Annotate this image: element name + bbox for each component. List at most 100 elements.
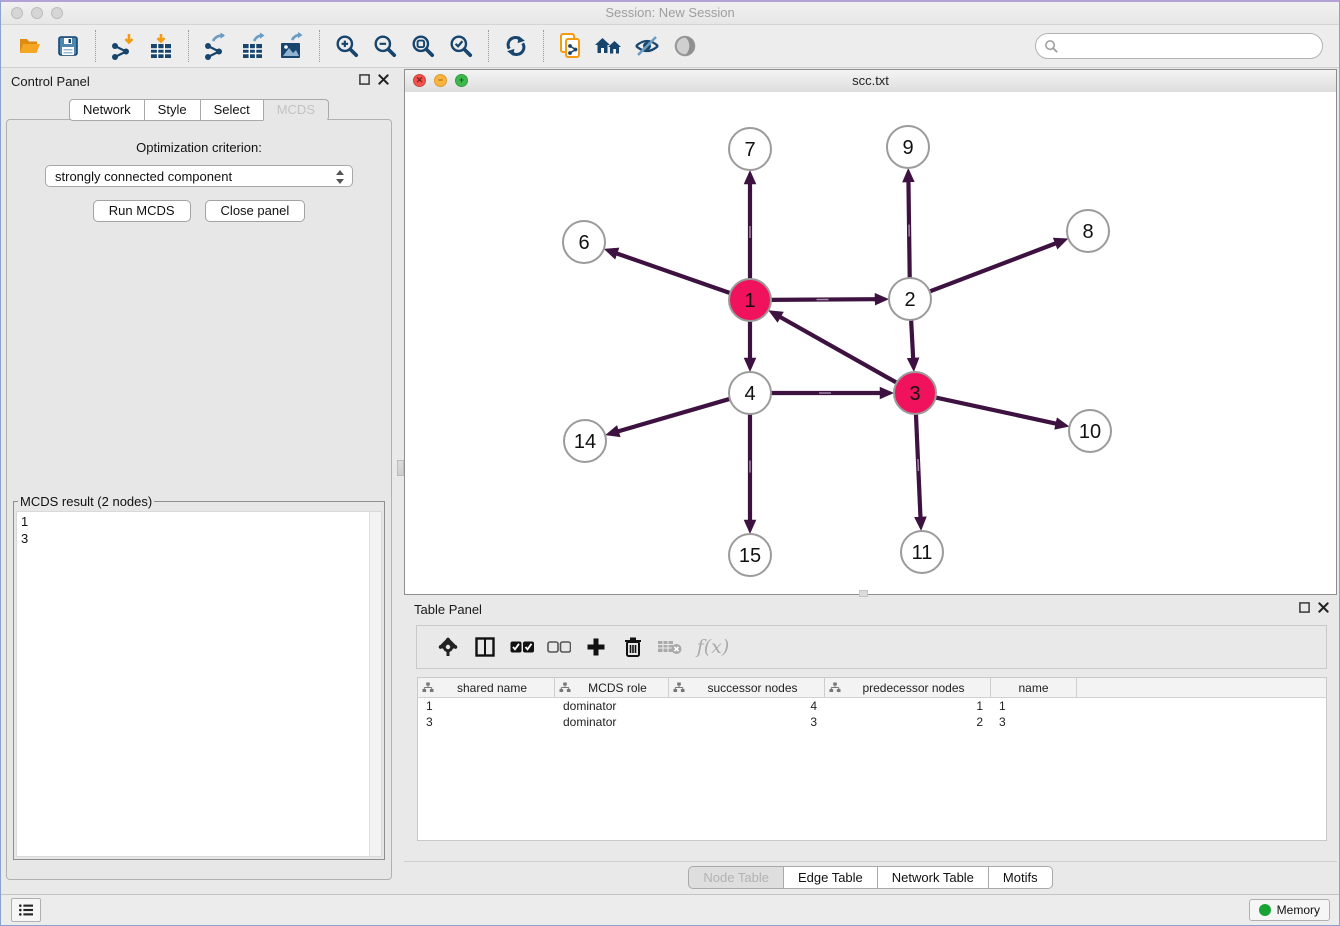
graph-node-label: 3 [909,383,920,405]
tab-style[interactable]: Style [144,99,201,121]
graph-edge-2-8[interactable] [928,243,1056,292]
close-table-panel-icon[interactable] [1318,602,1329,613]
run-mcds-button[interactable]: Run MCDS [93,200,191,222]
mcds-result-text: 1 3 [21,513,367,856]
table-cell[interactable]: 3 [669,714,825,730]
graph-node-label: 4 [744,383,755,405]
result-scrollbar[interactable] [369,512,381,856]
float-panel-icon[interactable] [359,74,370,85]
graph-node-label: 8 [1082,221,1093,243]
close-panel-button[interactable]: Close panel [205,200,306,222]
column-hierarchy-icon [422,682,434,693]
show-panels-list-icon[interactable] [11,898,41,922]
search-input[interactable] [1059,38,1314,55]
clone-network-icon[interactable] [552,28,590,64]
export-network-icon[interactable] [197,28,235,64]
vertical-splitter-handle[interactable] [397,460,404,476]
deselect-all-checkboxes-icon[interactable] [540,629,577,665]
save-session-icon[interactable] [49,28,87,64]
graph-node-label: 10 [1079,421,1101,443]
column-header-name[interactable]: name [991,678,1077,697]
graph-edge-3-1[interactable] [780,317,899,384]
column-header-shared-name[interactable]: shared name [418,678,555,697]
close-panel-icon[interactable] [378,74,389,85]
table-cell[interactable]: 2 [825,714,991,730]
zoom-out-icon[interactable] [366,28,404,64]
graph-node-label: 14 [574,431,596,453]
table-cell[interactable]: 3 [991,714,1077,730]
column-header-successor-nodes[interactable]: successor nodes [669,678,825,697]
search-box[interactable] [1035,33,1323,59]
status-bar: Memory [1,894,1339,925]
zoom-selected-icon[interactable] [442,28,480,64]
column-hierarchy-icon [829,682,841,693]
node-table-body: 1dominator4113dominator323 [418,698,1326,730]
control-panel: Control Panel NetworkStyleSelectMCDS Opt… [1,69,397,882]
import-network-icon[interactable] [104,28,142,64]
tab-node-table[interactable]: Node Table [688,866,784,889]
table-row[interactable]: 1dominator411 [418,698,1326,714]
optimization-criterion-dropdown[interactable]: strongly connected component [45,165,353,187]
zoom-fit-icon[interactable] [404,28,442,64]
tab-select[interactable]: Select [200,99,264,121]
import-table-icon[interactable] [142,28,180,64]
split-panel-icon[interactable] [466,629,503,665]
table-cell[interactable]: 1 [991,698,1077,714]
graph-edge-3-10[interactable] [934,397,1057,424]
memory-status-icon [1259,904,1271,916]
open-session-icon[interactable] [11,28,49,64]
table-cell[interactable]: dominator [555,698,669,714]
graph-node-label: 9 [902,137,913,159]
application-window: { "window": {"title": "Session: New Sess… [0,0,1340,926]
search-icon [1044,39,1059,54]
hide-panels-eye-icon[interactable] [628,28,666,64]
table-settings-icon[interactable] [429,629,466,665]
table-cell[interactable]: 1 [418,698,555,714]
delete-table-icon [651,629,688,665]
table-row[interactable]: 3dominator323 [418,714,1326,730]
control-panel-title: Control Panel [11,74,90,89]
graph-edge-1-6[interactable] [616,253,732,294]
column-header-predecessor-nodes[interactable]: predecessor nodes [825,678,991,697]
table-panel: Table Panel f(x) shared n [404,597,1337,862]
float-table-panel-icon[interactable] [1299,602,1310,613]
delete-column-icon[interactable] [614,629,651,665]
add-column-icon[interactable] [577,629,614,665]
export-image-icon[interactable] [273,28,311,64]
graph-edge-2-3[interactable] [911,318,913,359]
table-cell[interactable]: dominator [555,714,669,730]
window-title: Session: New Session [1,5,1339,20]
home-icon[interactable] [590,28,628,64]
graph-node-label: 6 [578,232,589,254]
column-hierarchy-icon [559,682,571,693]
tab-motifs[interactable]: Motifs [988,866,1053,889]
network-window-titlebar[interactable]: ✕ − + scc.txt [405,70,1336,93]
toolbar-separator [188,30,189,62]
export-table-icon[interactable] [235,28,273,64]
graph-edge-4-14[interactable] [618,398,732,431]
graph-node-label: 2 [904,289,915,311]
refresh-layout-icon[interactable] [497,28,535,64]
table-cell[interactable]: 1 [825,698,991,714]
control-panel-header: Control Panel [1,69,397,95]
memory-button[interactable]: Memory [1249,899,1330,921]
tab-mcds[interactable]: MCDS [263,99,329,121]
memory-label: Memory [1277,903,1320,917]
zoom-in-icon[interactable] [328,28,366,64]
network-view-window: ✕ − + scc.txt 1234678910111415 [404,69,1337,595]
network-canvas-svg: 1234678910111415 [405,92,1336,594]
network-canvas[interactable]: 1234678910111415 [405,92,1336,594]
tab-network[interactable]: Network [69,99,145,121]
table-panel-title: Table Panel [414,602,482,617]
titlebar: Session: New Session [1,2,1339,25]
tab-network-table[interactable]: Network Table [877,866,989,889]
table-cell[interactable]: 4 [669,698,825,714]
horizontal-splitter-handle[interactable] [859,590,868,597]
dropdown-stepper-icon [335,169,345,185]
select-all-checkboxes-icon[interactable] [503,629,540,665]
show-eye-icon [666,28,704,64]
column-header-mcds-role[interactable]: MCDS role [555,678,669,697]
table-toolbar: f(x) [416,625,1327,669]
table-cell[interactable]: 3 [418,714,555,730]
tab-edge-table[interactable]: Edge Table [783,866,878,889]
